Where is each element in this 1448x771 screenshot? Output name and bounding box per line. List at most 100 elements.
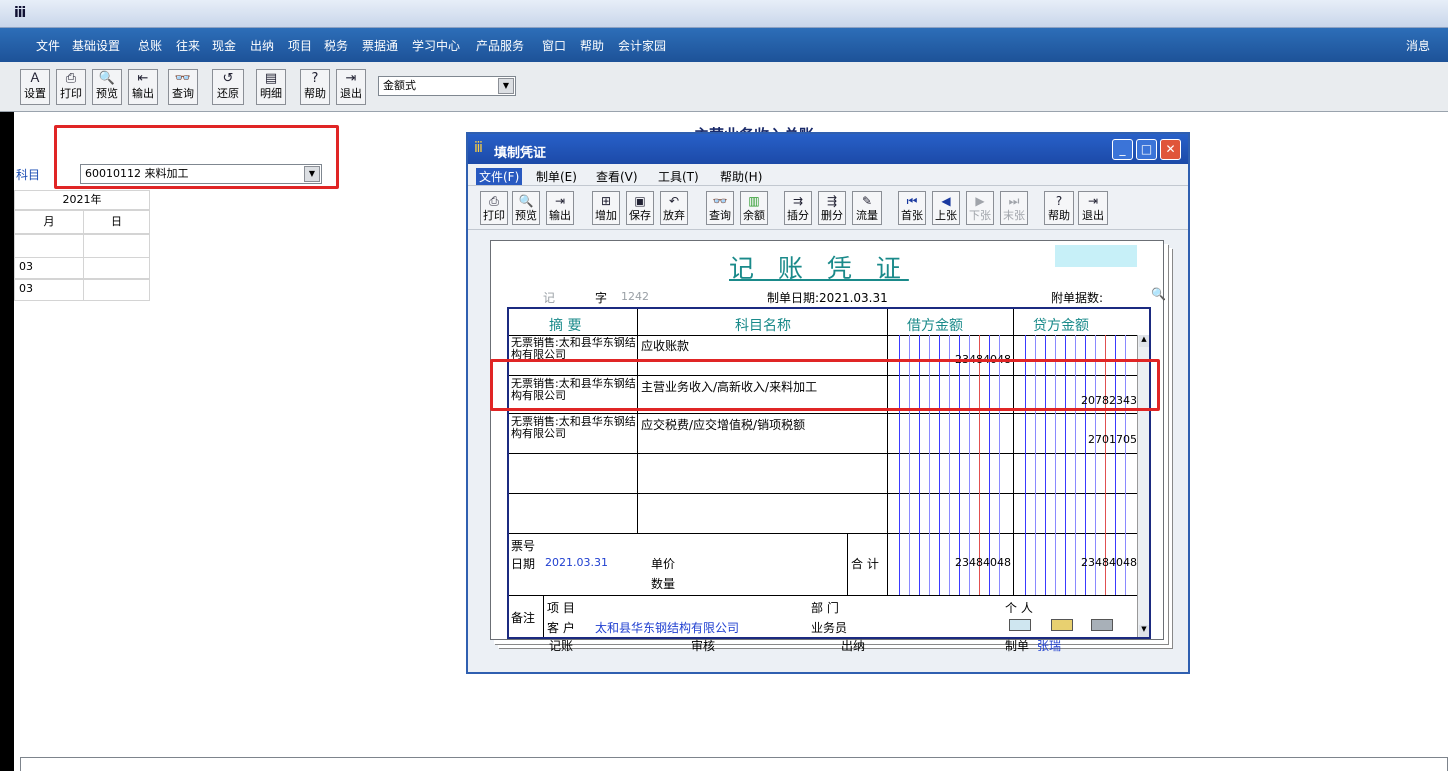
voucher-title: 填制凭证	[494, 146, 547, 161]
export-icon: ⇥	[554, 194, 566, 208]
menu-messages[interactable]: 消息	[1406, 37, 1430, 54]
total-credit: 23484048	[1081, 556, 1137, 569]
maximize-button[interactable]: □	[1136, 139, 1157, 160]
voucher-exit-button[interactable]: ⇥ 退出	[1078, 191, 1108, 225]
voucher-help-button[interactable]: ? 帮助	[1044, 191, 1074, 225]
table-row	[83, 257, 150, 279]
settings-icon: Ａ	[28, 71, 42, 86]
menu-tax[interactable]: 税务	[324, 37, 348, 54]
export-button[interactable]: ⇤ 输出	[128, 69, 158, 105]
menu-general-ledger[interactable]: 总账	[138, 37, 162, 54]
voucher-menu-file[interactable]: 文件(F)	[476, 168, 523, 185]
search-icon[interactable]: 🔍	[1151, 287, 1166, 301]
menu-bill[interactable]: 票据通	[362, 37, 398, 54]
voucher-stamp-field[interactable]	[1055, 245, 1137, 267]
voucher-paper: 记 账 凭 证 记 字 1242 制单日期:2021.03.31 附单据数: 🔍…	[490, 240, 1166, 653]
menu-accounting-home[interactable]: 会计家园	[618, 37, 666, 54]
debit-header: 借方金额	[907, 318, 963, 334]
status-panel	[20, 757, 1448, 771]
voucher-print-button[interactable]: ⎙ 打印	[480, 191, 508, 225]
ticket-icon[interactable]	[1051, 619, 1073, 631]
salesman-label: 业务员	[811, 621, 848, 635]
preview-button[interactable]: 🔍 预览	[92, 69, 122, 105]
credit-header: 贷方金额	[1033, 318, 1089, 334]
voucher-prev-button[interactable]: ◀ 上张	[932, 191, 960, 225]
voucher-type[interactable]: 记	[543, 289, 555, 306]
voucher-last-button[interactable]: ⏭ 末张	[1000, 191, 1028, 225]
exit-button[interactable]: ⇥ 退出	[336, 69, 366, 105]
settings-button[interactable]: Ａ 设置	[20, 69, 50, 105]
maximize-icon: □	[1140, 142, 1153, 156]
format-select[interactable]: 金额式 ▼	[378, 76, 516, 96]
voucher-menu-bar: 文件(F) 制单(E) 查看(V) 工具(T) 帮助(H)	[468, 164, 1188, 186]
print-button[interactable]: ⎙ 打印	[56, 69, 86, 105]
voucher-query-button[interactable]: 👓 查询	[706, 191, 734, 225]
detail-button[interactable]: ▤ 明细	[256, 69, 286, 105]
table-row	[14, 234, 84, 258]
chevron-down-icon[interactable]: ▼	[498, 78, 514, 94]
customer-value[interactable]: 太和县华东钢结构有限公司	[595, 619, 739, 636]
voucher-add-button[interactable]: ⊞ 增加	[592, 191, 620, 225]
help-button[interactable]: ? 帮助	[300, 69, 330, 105]
menu-basic-settings[interactable]: 基础设置	[72, 37, 120, 54]
voucher-balance-button[interactable]: ▥ 余额	[740, 191, 768, 225]
voucher-menu-view[interactable]: 查看(V)	[596, 168, 638, 185]
entry-1-account[interactable]: 应收账款	[641, 337, 689, 354]
account-header: 科目名称	[735, 318, 791, 334]
subject-label: 科目	[16, 168, 41, 182]
main-menu-bar: 文件 基础设置 总账 往来 现金 出纳 项目 税务 票据通 学习中心 产品服务 …	[0, 28, 1448, 62]
attachment-icon[interactable]	[1091, 619, 1113, 631]
attachments-label: 附单据数:	[1051, 291, 1104, 305]
menu-project[interactable]: 项目	[288, 37, 312, 54]
voucher-cashflow-button[interactable]: ✎ 流量	[852, 191, 882, 225]
voucher-discard-button[interactable]: ↶ 放弃	[660, 191, 688, 225]
voucher-title-bar[interactable]: ⅲ 填制凭证 _ □ ✕	[468, 134, 1188, 164]
last-page-icon: ⏭	[1008, 194, 1020, 208]
table-row	[83, 234, 150, 258]
entry-3-summary[interactable]: 无票销售:太和县华东钢结构有限公司	[511, 416, 637, 440]
menu-accounts[interactable]: 往来	[176, 37, 200, 54]
voucher-export-button[interactable]: ⇥ 输出	[546, 191, 574, 225]
date2-value[interactable]: 2021.03.31	[545, 556, 608, 569]
voucher-menu-help[interactable]: 帮助(H)	[720, 168, 762, 185]
restore-button[interactable]: ↺ 还原	[212, 69, 244, 105]
voucher-date[interactable]: 制单日期:2021.03.31	[767, 289, 888, 306]
minimize-button[interactable]: _	[1112, 139, 1133, 160]
voucher-number[interactable]: 1242	[621, 290, 649, 303]
entry-3-credit[interactable]: 2701705	[1013, 433, 1137, 446]
printer-icon: ⎙	[65, 71, 77, 86]
menu-window[interactable]: 窗口	[542, 37, 566, 54]
main-toolbar: Ａ 设置 ⎙ 打印 🔍 预览 ⇤ 输出 👓 查询 ↺ 还原 ▤ 明细 ? 帮助 ⇥ 退出 金额式 …	[0, 62, 1448, 112]
person-label: 个 人	[1005, 601, 1033, 615]
voucher-first-button[interactable]: ⏮ 首张	[898, 191, 926, 225]
voucher-next-button[interactable]: ▶ 下张	[966, 191, 994, 225]
menu-file[interactable]: 文件	[36, 37, 60, 54]
scroll-down-icon[interactable]: ▼	[1139, 625, 1149, 637]
highlight-box-entry	[490, 359, 1160, 411]
card-icon[interactable]	[1009, 619, 1031, 631]
voucher-preview-button[interactable]: 🔍 预览	[512, 191, 540, 225]
delete-line-icon: ⇶	[826, 194, 838, 208]
menu-learning[interactable]: 学习中心	[412, 37, 460, 54]
entry-1-summary[interactable]: 无票销售:太和县华东钢结构有限公司	[511, 337, 637, 359]
cashflow-icon: ✎	[861, 194, 873, 208]
query-button[interactable]: 👓 查询	[168, 69, 198, 105]
maker-label: 制单	[1005, 639, 1030, 653]
quantity-label: 数量	[651, 577, 676, 591]
customer-label: 客 户	[547, 621, 575, 635]
restore-icon: ↺	[222, 71, 234, 86]
menu-help[interactable]: 帮助	[580, 37, 604, 54]
menu-products[interactable]: 产品服务	[476, 37, 524, 54]
menu-cash[interactable]: 现金	[212, 37, 236, 54]
voucher-menu-tools[interactable]: 工具(T)	[658, 168, 699, 185]
voucher-insert-line-button[interactable]: ⇉ 插分	[784, 191, 812, 225]
voucher-delete-line-button[interactable]: ⇶ 删分	[818, 191, 846, 225]
close-button[interactable]: ✕	[1160, 139, 1181, 160]
entry-3-account[interactable]: 应交税费/应交增值税/销项税额	[641, 416, 805, 433]
voucher-menu-make[interactable]: 制单(E)	[536, 168, 577, 185]
voucher-save-button[interactable]: ▣ 保存	[626, 191, 654, 225]
prev-page-icon: ◀	[941, 194, 951, 208]
menu-cashier[interactable]: 出纳	[250, 37, 274, 54]
minimize-icon: _	[1119, 142, 1126, 156]
scroll-up-icon[interactable]: ▲	[1139, 335, 1149, 347]
